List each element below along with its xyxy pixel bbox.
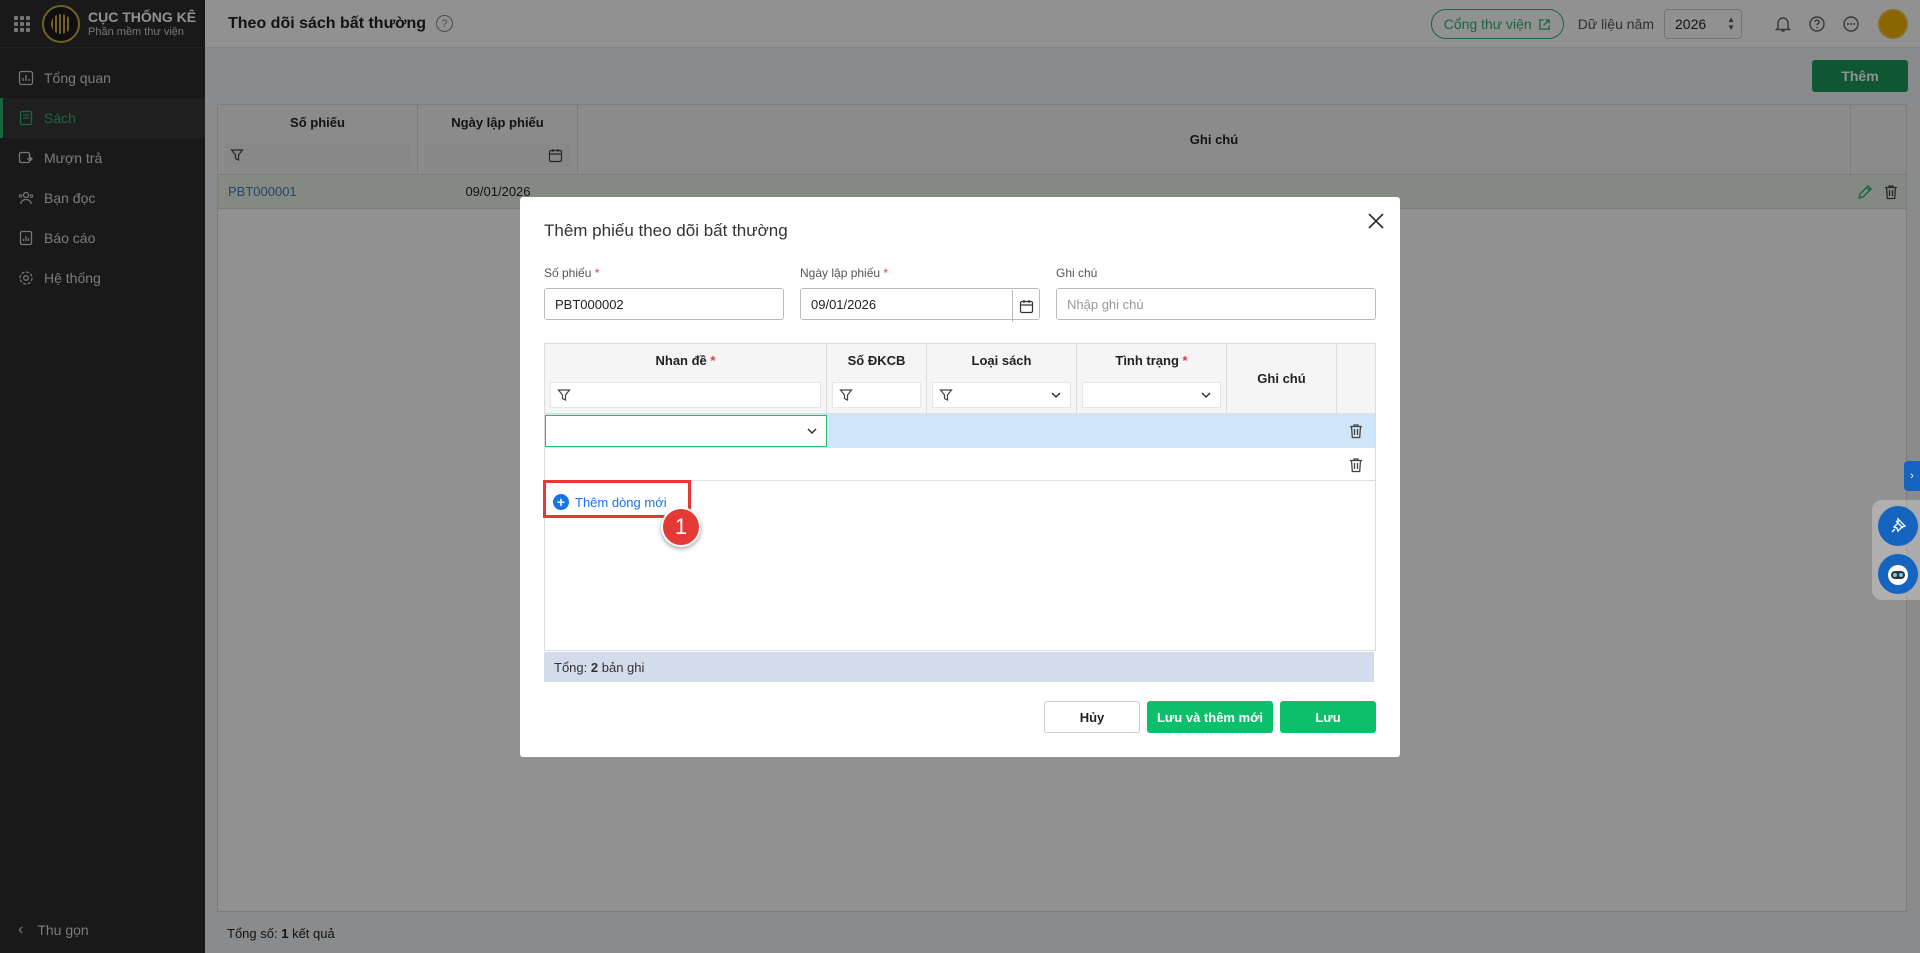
filter-loai-sach[interactable] xyxy=(932,382,1071,408)
chatbot-icon[interactable] xyxy=(1878,554,1918,594)
calendar-icon[interactable] xyxy=(1012,290,1040,322)
ghi-chu-label: Ghi chú xyxy=(1056,266,1098,280)
side-expand-tab[interactable]: › xyxy=(1904,461,1920,491)
save-button[interactable]: Lưu xyxy=(1280,701,1376,733)
filter-icon xyxy=(839,389,853,401)
filter-icon xyxy=(557,389,571,401)
ngay-lap-field: Ngày lập phiếu * 09/01/2026 xyxy=(800,266,1040,322)
floating-tools xyxy=(1872,500,1920,600)
footer-suffix: bản ghi xyxy=(601,659,645,675)
ghi-chu-input[interactable]: Nhập ghi chú xyxy=(1056,288,1376,320)
detail-table: Nhan đề * Số ĐKCB Loại sách Tình trạng *… xyxy=(543,343,1376,651)
close-icon[interactable] xyxy=(1364,209,1388,233)
detail-total: Tổng: 2 bản ghi xyxy=(544,652,1374,682)
trash-icon[interactable] xyxy=(1347,422,1365,440)
so-phieu-label: Số phiếu * xyxy=(544,266,600,280)
save-and-new-button[interactable]: Lưu và thêm mới xyxy=(1147,701,1273,733)
filter-tinh-trang[interactable] xyxy=(1082,382,1221,408)
filter-icon xyxy=(939,389,953,401)
dialog-title: Thêm phiếu theo dõi bất thường xyxy=(544,221,788,240)
chevron-down-icon xyxy=(807,428,817,435)
column-header-so-dkcb: Số ĐKCB xyxy=(847,353,906,368)
ngay-lap-input[interactable]: 09/01/2026 xyxy=(800,288,1040,320)
column-header-tinh-trang: Tình trạng * xyxy=(1115,353,1188,368)
ghi-chu-field: Ghi chú Nhập ghi chú xyxy=(1056,266,1376,320)
cancel-button[interactable]: Hủy xyxy=(1044,701,1140,733)
so-phieu-input[interactable]: PBT000002 xyxy=(544,288,784,320)
footer-prefix: Tổng: xyxy=(554,659,588,675)
column-header-loai-sach: Loại sách xyxy=(971,353,1032,368)
pin-tool-icon[interactable] xyxy=(1878,506,1918,546)
chevron-down-icon xyxy=(1201,392,1211,399)
filter-nhan-de[interactable] xyxy=(550,382,821,408)
ngay-lap-label: Ngày lập phiếu * xyxy=(800,266,889,280)
detail-row[interactable] xyxy=(545,448,1375,481)
add-record-dialog: Thêm phiếu theo dõi bất thường Số phiếu … xyxy=(520,197,1400,757)
detail-row[interactable] xyxy=(545,414,1375,448)
detail-table-header: Nhan đề * Số ĐKCB Loại sách Tình trạng *… xyxy=(545,344,1375,414)
chevron-down-icon xyxy=(1051,392,1061,399)
so-phieu-field: Số phiếu * PBT000002 xyxy=(544,266,784,320)
nhan-de-select[interactable] xyxy=(545,415,827,447)
column-header-ghi-chu: Ghi chú xyxy=(1227,344,1337,413)
filter-so-dkcb[interactable] xyxy=(832,382,921,408)
column-header-nhan-de: Nhan đề * xyxy=(655,353,716,368)
trash-icon[interactable] xyxy=(1347,456,1365,474)
footer-count: 2 xyxy=(590,659,599,675)
step-badge: 1 xyxy=(661,507,701,547)
